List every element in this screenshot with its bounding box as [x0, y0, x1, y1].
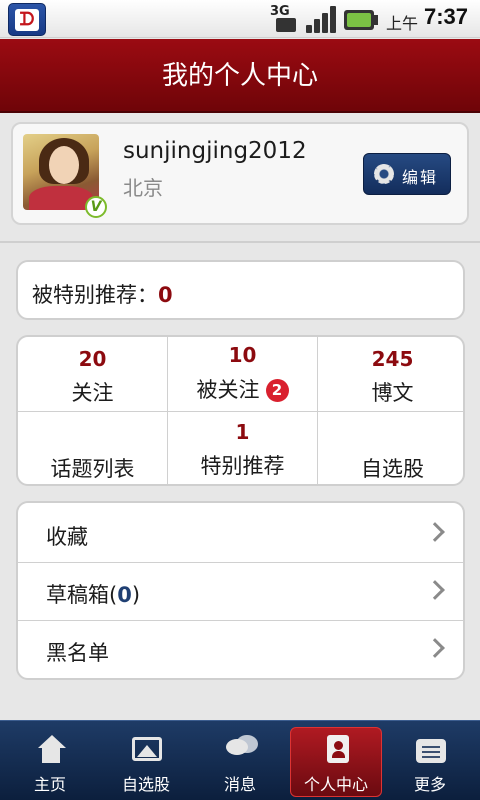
- new-followers-badge: 2: [265, 379, 289, 402]
- status-time: 7:37: [424, 4, 469, 29]
- edit-button-label: 编辑: [402, 168, 439, 187]
- verified-badge-icon: V: [85, 196, 107, 218]
- edit-profile-button[interactable]: 编辑: [363, 153, 451, 195]
- stat-follow[interactable]: 20 关注: [18, 337, 167, 411]
- list-item-drafts[interactable]: 草稿箱(0): [18, 563, 463, 621]
- menu-list: 收藏 草稿箱(0) 黑名单: [16, 501, 465, 680]
- tab-stocks-label: 自选股: [121, 775, 170, 794]
- home-icon: [36, 735, 66, 765]
- page-title: 我的个人中心: [161, 61, 318, 91]
- stat-special[interactable]: 1 特别推荐: [168, 412, 317, 484]
- bottom-tab-bar: 主页 自选股 消息 个人中心 更多: [0, 720, 480, 800]
- stat-follow-label: 关注: [71, 381, 114, 405]
- list-item-blacklist[interactable]: 黑名单: [18, 621, 463, 678]
- chevron-right-icon: [425, 522, 445, 542]
- tab-more-label: 更多: [413, 775, 446, 794]
- stats-grid: 20 关注 10 被关注 2 245 博文 话题列表 1 特别推荐 自选股: [16, 335, 465, 486]
- tab-more[interactable]: 更多: [382, 721, 478, 800]
- tab-messages-label: 消息: [223, 775, 256, 794]
- list-item-favorites[interactable]: 收藏: [18, 505, 463, 563]
- drafts-close-paren: ): [131, 583, 141, 607]
- network-type-label: 3G: [270, 4, 290, 19]
- stock-chart-icon: [132, 735, 162, 765]
- status-ampm: 上午: [386, 14, 419, 33]
- stat-posts[interactable]: 245 博文: [318, 337, 463, 411]
- stat-followers-label: 被关注: [196, 378, 260, 402]
- drafts-label-text: 草稿箱: [46, 583, 109, 607]
- stat-topics-label: 话题列表: [50, 457, 135, 481]
- profile-card: V sunjingjing2012 北京 编辑: [11, 122, 469, 225]
- stat-special-count: 1: [235, 420, 250, 444]
- chevron-right-icon: [425, 638, 445, 658]
- tab-profile-label: 个人中心: [303, 775, 368, 794]
- user-location: 北京: [123, 176, 163, 200]
- stat-followers-count: 10: [228, 343, 257, 367]
- profile-card-icon: [322, 735, 352, 765]
- stat-topics[interactable]: 话题列表: [18, 412, 167, 484]
- blacklist-label: 黑名单: [46, 641, 109, 665]
- stat-stocks-label: 自选股: [361, 457, 424, 481]
- chevron-right-icon: [425, 580, 445, 600]
- recommend-count: 0: [158, 283, 173, 307]
- favorites-label: 收藏: [46, 525, 88, 549]
- gear-icon: [374, 164, 394, 184]
- drafts-label: 草稿箱(0): [46, 579, 140, 609]
- tab-profile[interactable]: 个人中心: [288, 721, 384, 800]
- drafts-open-paren: (: [109, 583, 118, 607]
- signal-strength-icon: [306, 4, 338, 34]
- app-logo-icon: ᗪ: [8, 3, 46, 36]
- stat-follow-count: 20: [78, 347, 107, 371]
- title-bar: 我的个人中心: [0, 39, 480, 113]
- stat-posts-count: 245: [371, 347, 414, 371]
- tab-home-label: 主页: [33, 775, 66, 794]
- recommend-label: 被特别推荐：0: [32, 279, 173, 309]
- chat-bubbles-icon: [226, 735, 258, 765]
- tab-home[interactable]: 主页: [2, 721, 98, 800]
- username: sunjingjing2012: [123, 138, 307, 164]
- stat-followers[interactable]: 10 被关注 2: [168, 337, 317, 411]
- section-divider: [0, 241, 480, 243]
- battery-charging-icon: [344, 4, 380, 34]
- tab-messages[interactable]: 消息: [192, 721, 288, 800]
- more-menu-icon: [416, 735, 446, 765]
- tab-stocks[interactable]: 自选股: [98, 721, 194, 800]
- stat-posts-label: 博文: [371, 381, 414, 405]
- recommend-label-text: 被特别推荐：: [32, 283, 158, 307]
- stat-stocks[interactable]: 自选股: [318, 412, 463, 484]
- 3g-data-icon: 3G: [268, 4, 302, 34]
- stat-special-label: 特别推荐: [200, 454, 285, 478]
- status-bar: ᗪ 3G 上午 7:37: [0, 0, 480, 38]
- drafts-count: 0: [117, 583, 132, 607]
- special-recommend-box: 被特别推荐：0: [16, 260, 465, 320]
